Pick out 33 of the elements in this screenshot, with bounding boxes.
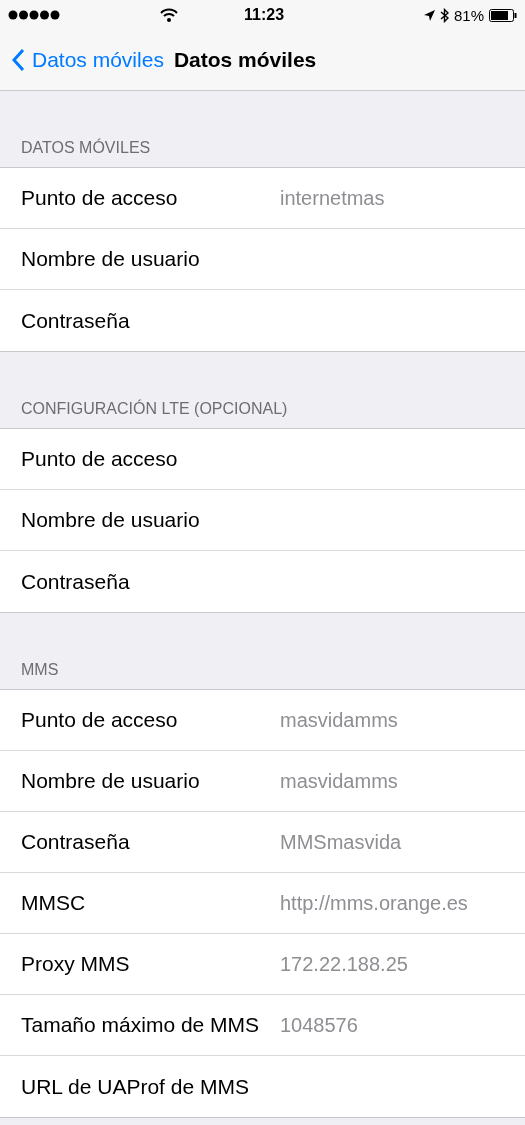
wifi-icon	[160, 8, 178, 22]
text-field[interactable]: internetmas	[266, 186, 525, 210]
battery-percent: 81%	[453, 6, 484, 24]
row-label: Tamaño máximo de MMS	[21, 1013, 261, 1037]
back-button[interactable]: Datos móviles	[12, 48, 164, 72]
text-field[interactable]: 172.22.188.25	[266, 952, 525, 976]
text-field[interactable]: 1048576	[266, 1013, 525, 1037]
settings-row[interactable]: Punto de acceso	[0, 429, 525, 490]
nav-title: Datos móviles	[173, 48, 317, 72]
section-header: DATOS MÓVILES	[21, 139, 151, 157]
text-field[interactable]: http://mms.orange.es	[266, 891, 525, 915]
signal-icon	[8, 10, 60, 20]
section-header: CONFIGURACIÓN LTE (OPCIONAL)	[21, 400, 288, 418]
section-header: MMS	[21, 661, 59, 679]
chevron-left-icon	[12, 49, 25, 71]
row-label: Contraseña	[21, 830, 131, 854]
settings-row[interactable]: Contraseña	[0, 551, 525, 612]
status-time: 11:23	[244, 6, 285, 24]
settings-row[interactable]: Nombre de usuario	[0, 490, 525, 551]
battery-icon	[489, 8, 517, 22]
row-label: Nombre de usuario	[21, 769, 201, 793]
bluetooth-icon	[439, 7, 449, 23]
location-arrow-icon	[423, 9, 435, 21]
settings-row[interactable]: Contraseña	[0, 290, 525, 351]
row-label: Punto de acceso	[21, 186, 179, 210]
settings-row[interactable]: URL de UAProf de MMS	[0, 1056, 525, 1117]
text-field[interactable]: masvidamms	[266, 769, 525, 793]
row-label: Punto de acceso	[21, 708, 179, 732]
row-label: MMSC	[21, 891, 87, 915]
settings-row[interactable]: Nombre de usuario	[0, 229, 525, 290]
row-label: Proxy MMS	[21, 952, 131, 976]
text-field[interactable]: MMSmasvida	[266, 830, 525, 854]
text-field[interactable]: masvidamms	[266, 708, 525, 732]
